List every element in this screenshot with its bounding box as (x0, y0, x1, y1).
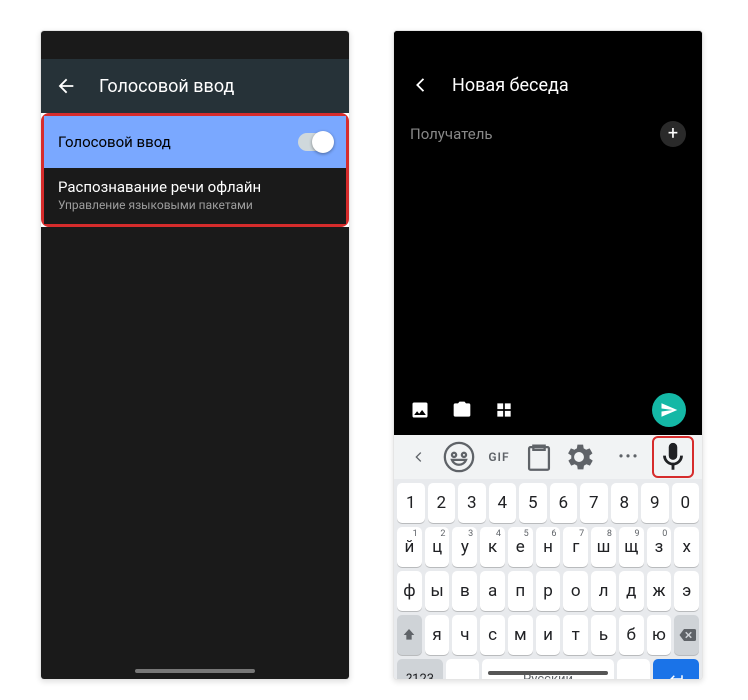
back-icon[interactable] (410, 74, 432, 96)
key-е[interactable]: е5 (508, 527, 533, 567)
kb-row-1: й1ц2у3к4е5н6г7ш8щ9з0х (397, 527, 699, 567)
key-р[interactable]: р (536, 571, 561, 611)
key-щ[interactable]: щ9 (619, 527, 644, 567)
gallery-icon[interactable] (410, 400, 430, 420)
shift-key[interactable] (397, 615, 422, 655)
recipient-row[interactable]: Получатель + (394, 111, 702, 157)
offline-subtitle: Управление языковыми пакетами (58, 198, 332, 212)
key-2[interactable]: 2 (428, 483, 456, 523)
period-key[interactable]: . (617, 659, 650, 680)
key-п[interactable]: п (508, 571, 533, 611)
key-ж[interactable]: ж (647, 571, 672, 611)
offline-title: Распознавание речи офлайн (58, 178, 332, 196)
key-э[interactable]: э (674, 571, 699, 611)
mic-icon[interactable] (656, 440, 690, 474)
gif-button[interactable]: GIF (482, 440, 516, 474)
mic-highlight (652, 436, 694, 478)
nav-pill[interactable] (135, 669, 255, 673)
key-и[interactable]: и (536, 615, 561, 655)
apps-icon[interactable] (494, 400, 514, 420)
key-в[interactable]: в (452, 571, 477, 611)
key-ч[interactable]: ч (452, 615, 477, 655)
key-т[interactable]: т (563, 615, 588, 655)
more-button[interactable]: ••• (612, 440, 646, 474)
kb-row-bottom: ?123 , Русский . (397, 659, 699, 680)
messages-title: Новая беседа (452, 75, 569, 96)
space-key[interactable]: Русский (482, 659, 614, 680)
key-а[interactable]: а (480, 571, 505, 611)
sticker-icon[interactable] (442, 440, 476, 474)
key-о[interactable]: о (563, 571, 588, 611)
voice-input-row[interactable]: Голосовой ввод (44, 116, 346, 168)
backspace-key[interactable] (674, 615, 699, 655)
key-с[interactable]: с (480, 615, 505, 655)
kb-row-3: ячсмитьбю (397, 615, 699, 655)
key-м[interactable]: м (508, 615, 533, 655)
key-г[interactable]: г7 (563, 527, 588, 567)
key-4[interactable]: 4 (489, 483, 517, 523)
key-ц[interactable]: ц2 (425, 527, 450, 567)
key-ь[interactable]: ь (591, 615, 616, 655)
key-й[interactable]: й1 (397, 527, 422, 567)
key-6[interactable]: 6 (550, 483, 578, 523)
key-7[interactable]: 7 (580, 483, 608, 523)
key-ш[interactable]: ш8 (591, 527, 616, 567)
key-ю[interactable]: ю (647, 615, 672, 655)
key-8[interactable]: 8 (611, 483, 639, 523)
nav-pill[interactable] (488, 671, 608, 675)
offline-recognition-row[interactable]: Распознавание речи офлайн Управление язы… (44, 168, 346, 224)
key-9[interactable]: 9 (641, 483, 669, 523)
camera-icon[interactable] (452, 400, 472, 420)
kb-collapse-icon[interactable] (402, 440, 436, 474)
key-б[interactable]: б (619, 615, 644, 655)
voice-input-label: Голосовой ввод (58, 133, 171, 151)
settings-header: Голосовой ввод (41, 59, 349, 113)
phone-settings: Голосовой ввод Голосовой ввод Распознава… (40, 30, 350, 680)
gear-icon[interactable] (562, 440, 596, 474)
key-0[interactable]: 0 (672, 483, 700, 523)
comma-key[interactable]: , (446, 659, 479, 680)
add-recipient-button[interactable]: + (660, 121, 686, 147)
key-х[interactable]: х (674, 527, 699, 567)
key-у[interactable]: у3 (452, 527, 477, 567)
key-д[interactable]: д (619, 571, 644, 611)
compose-bar (394, 385, 702, 435)
voice-input-switch[interactable] (298, 133, 332, 151)
messages-header: Новая беседа (394, 59, 702, 111)
key-к[interactable]: к4 (480, 527, 505, 567)
recipient-placeholder: Получатель (410, 125, 493, 143)
settings-title: Голосовой ввод (99, 76, 234, 97)
clipboard-icon[interactable] (522, 440, 556, 474)
message-body (394, 157, 702, 385)
status-bar (394, 31, 702, 59)
back-icon[interactable] (55, 75, 77, 97)
key-я[interactable]: я (425, 615, 450, 655)
keyboard-toolbar: GIF ••• (394, 435, 702, 479)
phone-messages: Новая беседа Получатель + (393, 30, 703, 680)
kb-row-2: фывапролджэ (397, 571, 699, 611)
key-ы[interactable]: ы (425, 571, 450, 611)
key-5[interactable]: 5 (519, 483, 547, 523)
key-ф[interactable]: ф (397, 571, 422, 611)
kb-row-numbers: 1234567890 (397, 483, 699, 523)
key-н[interactable]: н6 (536, 527, 561, 567)
symbols-key[interactable]: ?123 (397, 659, 443, 680)
highlight-box: Голосовой ввод Распознавание речи офлайн… (41, 113, 349, 227)
enter-key[interactable] (653, 659, 699, 680)
key-1[interactable]: 1 (397, 483, 425, 523)
keyboard: 1234567890 й1ц2у3к4е5н6г7ш8щ9з0х фывапро… (394, 479, 702, 680)
key-3[interactable]: 3 (458, 483, 486, 523)
key-з[interactable]: з0 (647, 527, 672, 567)
settings-body (41, 227, 349, 680)
send-button[interactable] (652, 393, 686, 427)
key-л[interactable]: л (591, 571, 616, 611)
status-bar (41, 31, 349, 59)
